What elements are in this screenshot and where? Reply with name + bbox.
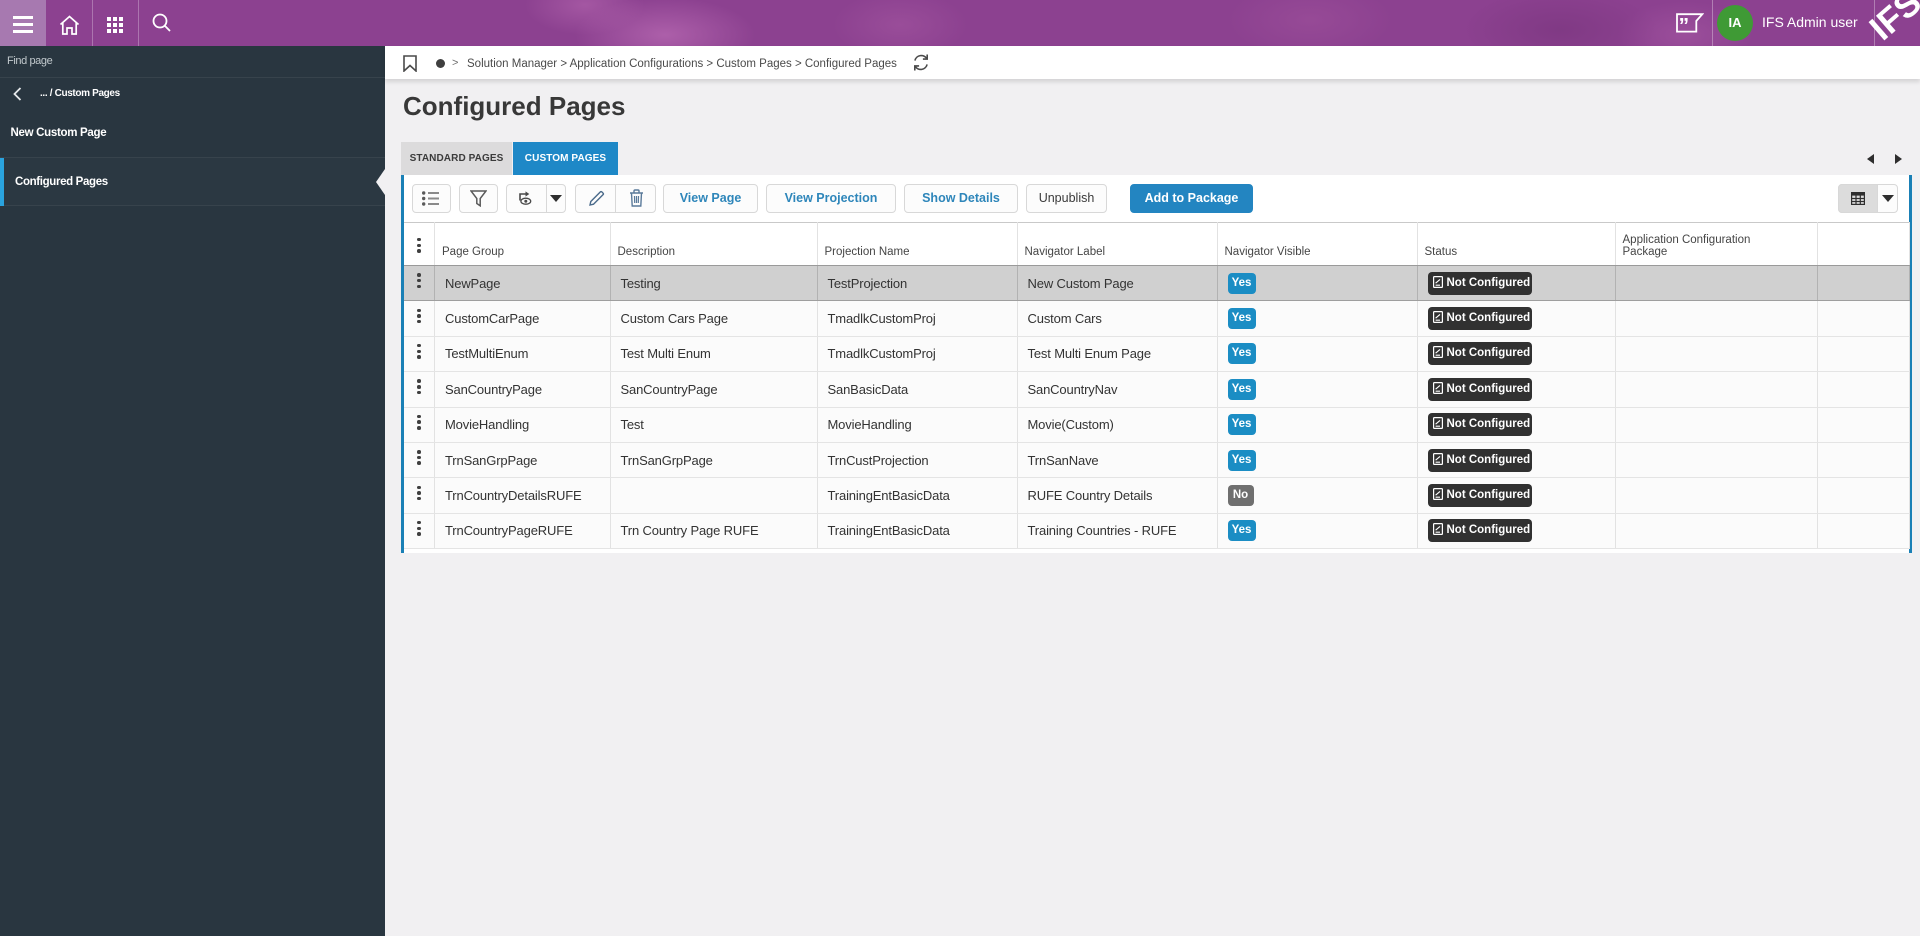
svg-text:”: ” (1679, 15, 1690, 34)
